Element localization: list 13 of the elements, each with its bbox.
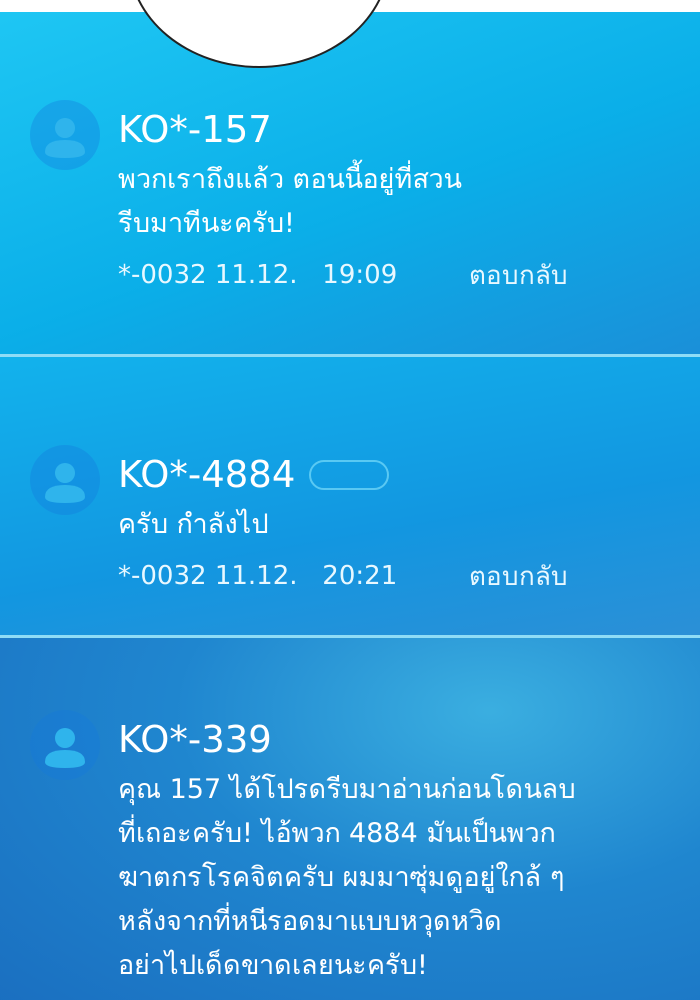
message-text: ครับ กำลังไป [118,508,270,542]
avatar-icon [30,445,100,515]
avatar-icon [30,100,100,170]
sender-name: KO*-4884 [118,453,296,497]
sender-name: KO*-339 [118,718,272,762]
message-meta: *-0032 11.12. 20:21 [118,560,398,590]
message-text: พวกเราถึงแล้ว ตอนนี้อยู่ที่สวน รีบมาทีนะครับ! [118,158,568,246]
message-meta: *-0032 11.12. 19:09 [118,260,398,290]
sender-name: KO*-157 [118,108,272,152]
reply-link[interactable]: ตอบกลับ [469,254,568,295]
reply-link[interactable]: ตอบกลับ [469,555,568,596]
message-text: คุณ 157 ได้โปรดรีบมาอ่านก่อนโดนลบ ที่เถอะครับ! ไอ้พวก 4884 มันเป็นพวก ฆาตกรโรคจิตครับ ผมมาซุ่มดูอยู่ใกล้ ๆ หลังจากที่หนีรอดมาแบบหวุดหวิด อย่าไปเด็ดขาดเลยนะครับ! [118,772,576,983]
avatar-icon [30,710,100,780]
